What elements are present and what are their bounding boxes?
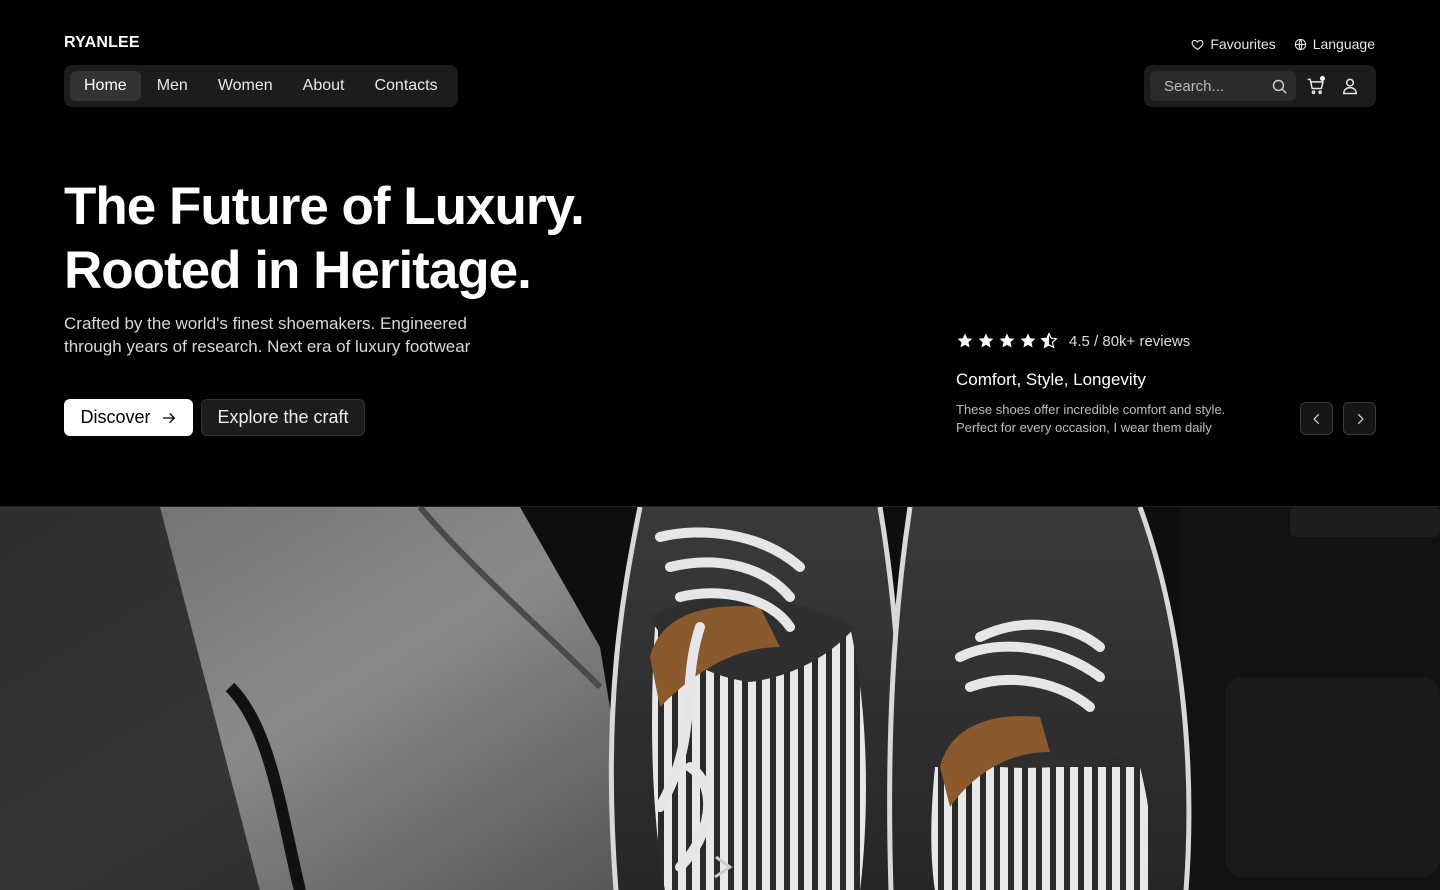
brand-logo[interactable]: RYANLEE — [64, 34, 140, 52]
star-icon — [978, 333, 994, 348]
half-star-icon — [1040, 332, 1058, 349]
discover-button[interactable]: Discover — [64, 399, 193, 436]
cart-badge — [1320, 76, 1325, 81]
hero-title: The Future of Luxury. Rooted in Heritage… — [64, 175, 585, 303]
star-icon — [1020, 333, 1036, 348]
nav-item-women[interactable]: Women — [204, 71, 287, 101]
rating-text: 4.5 / 80k+ reviews — [1069, 332, 1191, 350]
hero-subtitle: Crafted by the world's finest shoemakers… — [64, 314, 471, 356]
nav-item-men[interactable]: Men — [143, 71, 202, 101]
language-label: Language — [1312, 36, 1375, 52]
heart-icon — [1191, 39, 1204, 50]
language-link[interactable]: Language — [1294, 36, 1375, 52]
favourites-label: Favourites — [1210, 36, 1276, 52]
search-input[interactable] — [1164, 77, 1264, 95]
header-tools — [1144, 65, 1376, 107]
search-icon[interactable] — [1271, 78, 1288, 95]
arrow-right-icon — [162, 412, 175, 423]
user-icon — [1342, 78, 1358, 95]
star-icon — [999, 333, 1015, 348]
nav-item-about[interactable]: About — [289, 71, 359, 101]
hero-shoes-photo — [0, 506, 1440, 890]
account-button[interactable] — [1336, 71, 1364, 101]
chevron-left-icon — [1312, 413, 1319, 424]
main-nav: Home Men Women About Contacts — [64, 65, 458, 107]
favourites-link[interactable]: Favourites — [1191, 36, 1276, 52]
nav-item-home[interactable]: Home — [70, 71, 141, 101]
rating: 4.5 / 80k+ reviews — [956, 332, 1190, 350]
chevron-right-icon — [1357, 413, 1364, 424]
shoes-illustration — [0, 507, 1440, 890]
search-box — [1150, 71, 1296, 101]
review-text: These shoes offer incredible comfort and… — [956, 402, 1226, 435]
explore-craft-button[interactable]: Explore the craft — [201, 399, 365, 436]
globe-icon — [1294, 38, 1306, 50]
hero-title-line-2: Rooted in Heritage. — [64, 241, 532, 300]
nav-item-contacts[interactable]: Contacts — [360, 71, 451, 101]
star-icon — [957, 333, 973, 348]
hero-title-line-1: The Future of Luxury. — [64, 177, 585, 236]
discover-label: Discover — [80, 407, 151, 427]
top-links: Favourites Language — [1191, 36, 1375, 52]
cart-button[interactable] — [1302, 71, 1330, 101]
previous-review-button[interactable] — [1300, 402, 1333, 435]
next-review-button[interactable] — [1343, 402, 1376, 435]
review-title: Comfort, Style, Longevity — [956, 370, 1146, 389]
